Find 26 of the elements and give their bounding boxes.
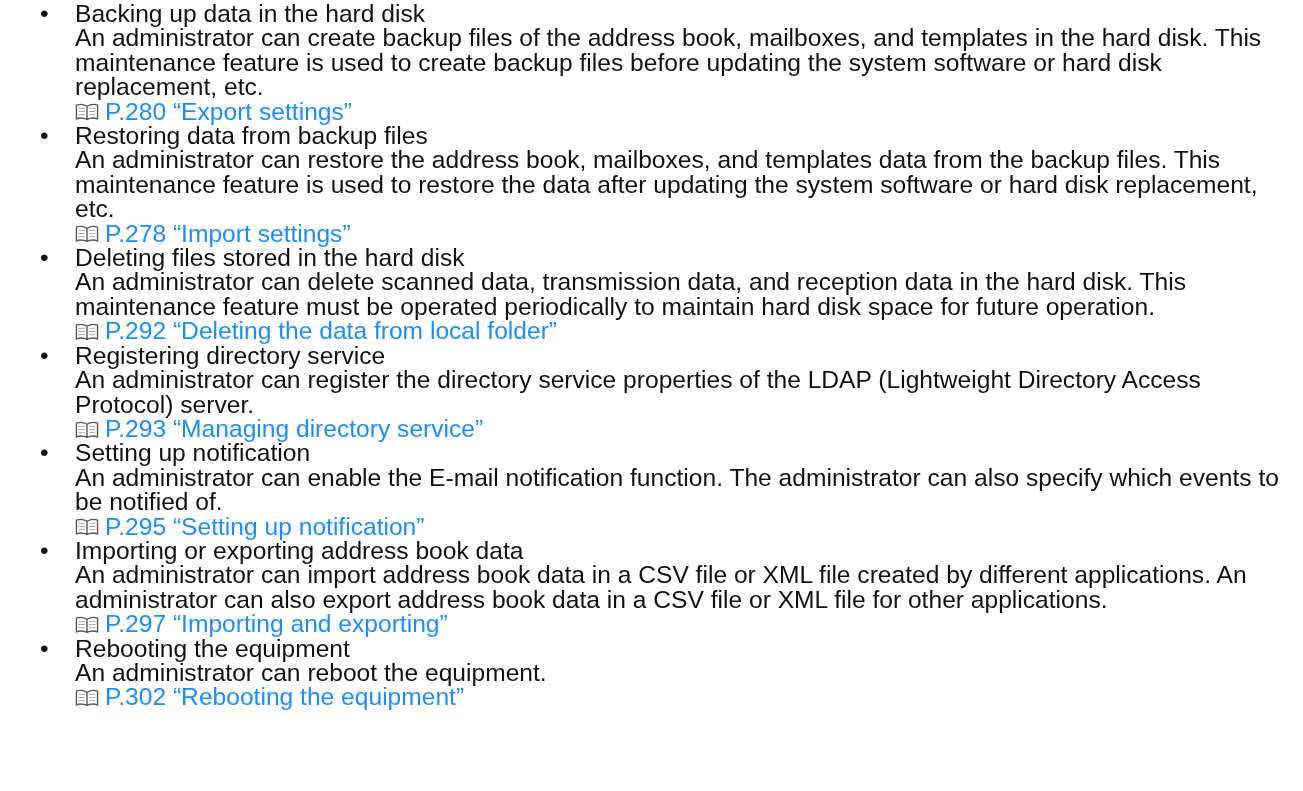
book-icon [75,224,99,244]
item-title: Setting up notification [75,441,311,466]
book-icon [75,517,99,537]
item-description: An administrator can create backup files of the address book, mailboxes, and templates in the hard disk. This maintenance feature is used to create backup files before updating the system software or hard disk replacement, etc. [75,26,1263,100]
bullet: • [40,124,50,152]
bullet: • [40,343,50,371]
page-link[interactable]: P.280 “Export settings” [105,99,352,125]
item-description: An administrator can enable the E-mail notification function. The administrator can also specify which events to be notified of. [75,465,1280,515]
bullet: • [40,246,50,274]
item-description: An administrator can restore the address book, mailboxes, and templates data from the backup files. This maintenance feature is used to restore the data after updating the system software or hard disk replacement, etc. [75,148,1259,222]
book-icon [75,614,99,634]
bullet: • [40,636,50,664]
book-icon [75,419,99,439]
item-description: An administrator can import address book data in a CSV file or XML file created by different applications. An administrator can also export address book data in a CSV file or XML file for other applications. [75,563,1248,613]
page-link[interactable]: P.292 “Deleting the data from local folder” [105,319,558,344]
bullet: • [40,538,50,566]
item-title: Registering directory service [75,343,386,369]
page-link[interactable]: P.302 “Rebooting the equipment” [105,685,465,710]
book-icon [75,322,99,341]
item-description: An administrator can delete scanned data, transmission data, and reception data in the hard disk. This maintenance feature must be operated periodically to maintain hard disk space for future operation. [75,270,1188,320]
book-icon [75,102,99,122]
book-icon [75,688,99,708]
page-link[interactable]: P.278 “Import settings” [105,221,351,247]
bullet: • [40,2,50,29]
bullet: • [40,441,50,469]
item-title: Backing up data in the hard disk [75,2,425,27]
